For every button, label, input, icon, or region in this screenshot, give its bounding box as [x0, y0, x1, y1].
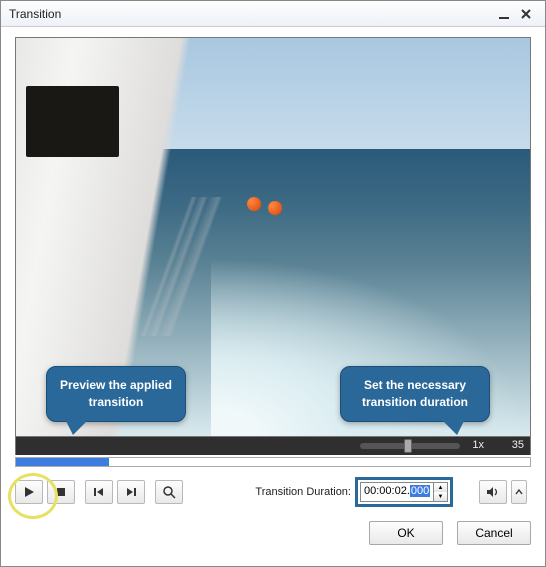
skip-end-icon [125, 486, 137, 498]
progress-fill [16, 458, 109, 466]
prev-frame-button[interactable] [85, 480, 113, 504]
title-bar: Transition [1, 1, 545, 27]
volume-expand-button[interactable] [511, 480, 527, 504]
playback-bar[interactable]: 1x 35 [15, 437, 531, 455]
cancel-button[interactable]: Cancel [457, 521, 531, 545]
stop-button[interactable] [47, 480, 75, 504]
callout-preview: Preview the applied transition [46, 366, 186, 422]
ok-button[interactable]: OK [369, 521, 443, 545]
next-frame-button[interactable] [117, 480, 145, 504]
speed-label: 1x [472, 439, 484, 451]
minimize-button[interactable] [493, 5, 515, 23]
skip-start-icon [93, 486, 105, 498]
play-icon [23, 486, 35, 498]
spin-up-button[interactable]: ▲ [434, 483, 447, 492]
duration-input[interactable]: 00:00:02.000 [360, 482, 434, 502]
zoom-button[interactable] [155, 480, 183, 504]
video-preview: Preview the applied transition Set the n… [15, 37, 531, 437]
close-button[interactable] [515, 5, 537, 23]
stop-icon [56, 487, 66, 497]
play-button[interactable] [15, 480, 43, 504]
speed-slider-knob[interactable] [404, 439, 412, 453]
duration-spinner[interactable]: ▲ ▼ [434, 482, 448, 502]
chevron-up-icon [515, 488, 523, 496]
volume-button[interactable] [479, 480, 507, 504]
speaker-icon [486, 486, 500, 498]
spin-down-button[interactable]: ▼ [434, 492, 447, 501]
window-title: Transition [9, 7, 493, 21]
magnifier-icon [162, 485, 176, 499]
callout-duration: Set the necessary transition duration [340, 366, 490, 422]
duration-field-highlight: 00:00:02.000 ▲ ▼ [355, 477, 453, 507]
timestamp-suffix: 35 [512, 439, 524, 451]
duration-label: Transition Duration: [255, 486, 351, 498]
progress-bar[interactable] [15, 457, 531, 467]
